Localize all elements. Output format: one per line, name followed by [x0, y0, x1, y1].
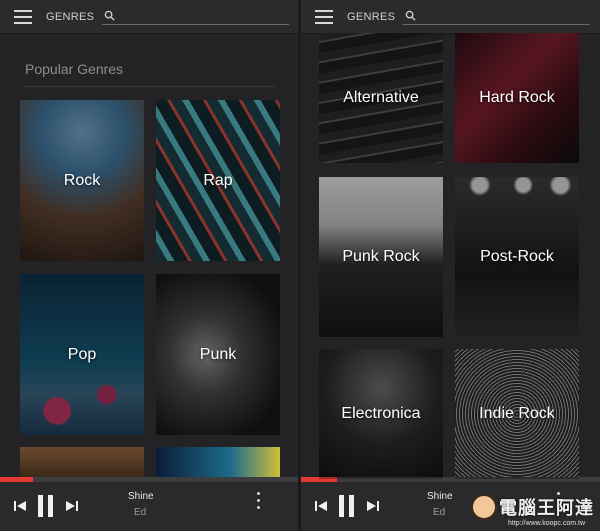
search-input[interactable] [419, 8, 587, 24]
divider [25, 86, 275, 87]
playback-progress-bar[interactable] [0, 477, 298, 482]
genre-tile-hard-rock[interactable]: Hard Rock [455, 33, 579, 163]
genre-tile-punk-rock[interactable]: Punk Rock [319, 177, 443, 337]
menu-icon[interactable] [315, 10, 333, 24]
skip-previous-icon[interactable] [13, 499, 27, 513]
genre-tile-indie-rock[interactable]: Indie Rock [455, 349, 579, 479]
track-artist: Ed [134, 507, 147, 518]
page-title: GENRES [347, 11, 396, 23]
mascot-face-icon [471, 494, 497, 520]
genre-tile-rap[interactable]: Rap [156, 100, 280, 261]
genre-tile-electronica[interactable]: Electronica [319, 349, 443, 479]
playback-progress-fill [0, 477, 33, 482]
mini-player: Shine Ed [0, 477, 298, 531]
genre-label: Punk [199, 345, 237, 363]
search-icon [405, 10, 416, 21]
skip-next-icon[interactable] [366, 499, 380, 513]
page-title: GENRES [46, 11, 95, 23]
genre-label: Indie Rock [479, 405, 555, 422]
section-heading: Popular Genres [25, 61, 124, 77]
genre-label: Hard Rock [479, 89, 555, 106]
watermark-brand: 電腦王阿達 [499, 498, 594, 518]
genre-tile-rock[interactable]: Rock [20, 100, 144, 261]
search-bar[interactable] [102, 8, 289, 25]
genre-label: Pop [67, 345, 97, 363]
genre-label: Post-Rock [480, 248, 554, 265]
genre-tile-partial[interactable] [156, 447, 280, 477]
genre-label: Alternative [343, 89, 419, 106]
genre-tile-partial[interactable] [20, 447, 144, 477]
skip-previous-icon[interactable] [314, 499, 328, 513]
track-title: Shine [427, 491, 453, 502]
search-input[interactable] [118, 8, 286, 24]
track-artist: Ed [433, 507, 446, 518]
genre-label: Electronica [341, 405, 421, 422]
genre-label: Rap [203, 171, 233, 189]
genres-screen-right: GENRES Alternative Hard Rock Punk Rock P… [301, 0, 600, 531]
genre-tile-post-rock[interactable]: Post-Rock [455, 177, 579, 337]
genres-screen-left: GENRES Popular Genres Rock Rap Pop Punk … [0, 0, 298, 531]
search-bar[interactable] [403, 8, 590, 25]
watermark-url: http://www.koopc.com.tw [507, 520, 586, 527]
watermark-logo: 電腦王阿達 http://www.koopc.com.tw [471, 494, 594, 527]
pause-icon[interactable] [36, 494, 56, 518]
top-app-bar: GENRES [301, 0, 600, 34]
top-app-bar: GENRES [0, 0, 298, 34]
search-icon [104, 10, 115, 21]
genre-tile-punk[interactable]: Punk [156, 274, 280, 435]
genre-tile-alternative[interactable]: Alternative [319, 33, 443, 163]
track-title: Shine [128, 491, 154, 502]
pause-icon[interactable] [337, 494, 357, 518]
menu-icon[interactable] [14, 10, 32, 24]
skip-next-icon[interactable] [65, 499, 79, 513]
more-vert-icon[interactable] [255, 492, 261, 514]
genre-tile-pop[interactable]: Pop [20, 274, 144, 435]
genre-label: Rock [63, 171, 101, 189]
genre-label: Punk Rock [342, 248, 420, 265]
